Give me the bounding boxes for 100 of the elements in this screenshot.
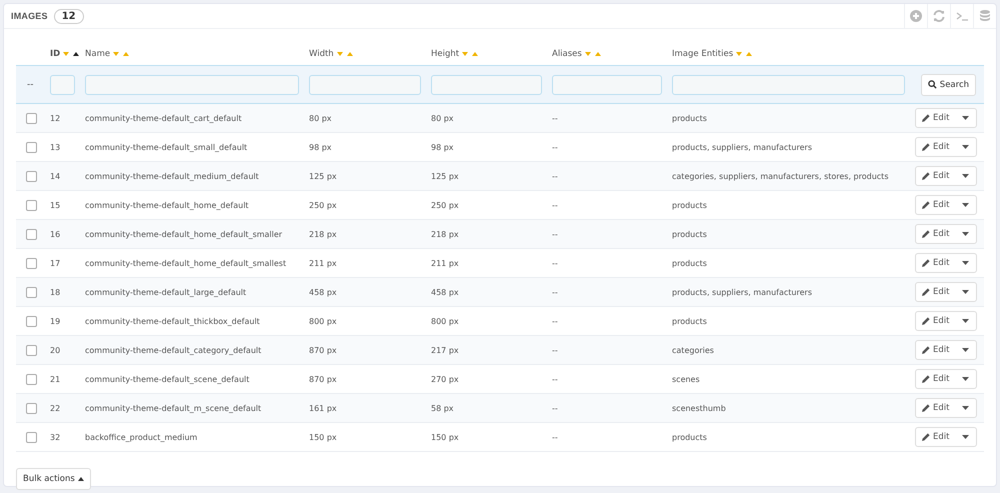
- row-checkbox[interactable]: [26, 316, 37, 326]
- table-cell: products: [672, 432, 707, 442]
- table-cell: --: [552, 346, 558, 354]
- caret-icon[interactable]: [962, 203, 970, 207]
- column-header: Name: [85, 49, 110, 59]
- row-checkbox[interactable]: [26, 258, 37, 268]
- table-cell: --: [552, 404, 558, 412]
- column-header: Aliases: [552, 49, 582, 59]
- table-cell: 20: [50, 346, 60, 354]
- caret-icon[interactable]: [962, 435, 970, 439]
- table-cell: community-theme-default_thickbox_default: [85, 316, 260, 326]
- table-cell: 800 px: [309, 316, 337, 326]
- edit-button[interactable]: Edit: [915, 282, 978, 302]
- row-checkbox[interactable]: [26, 228, 37, 240]
- table-cell: 17: [50, 258, 60, 268]
- caret-icon[interactable]: [962, 406, 970, 410]
- table-cell: 150 px: [309, 432, 337, 442]
- column-header: Width: [309, 49, 334, 59]
- table-cell: community-theme-default_cart_default: [85, 114, 242, 122]
- caret-icon[interactable]: [962, 348, 970, 352]
- table-cell: products: [672, 230, 707, 238]
- table-cell: scenes: [672, 374, 700, 384]
- table-cell: products, suppliers, manufacturers: [672, 142, 812, 152]
- table-cell: 150 px: [431, 432, 459, 442]
- filter-field[interactable]: [552, 74, 662, 94]
- table-cell: --: [552, 432, 558, 442]
- table-cell: 80 px: [431, 114, 454, 122]
- pencil-icon: [922, 172, 930, 180]
- row-checkbox[interactable]: [26, 344, 37, 356]
- column-header: Height: [431, 49, 460, 59]
- caret-icon[interactable]: [962, 319, 970, 323]
- table-cell: 14: [50, 172, 60, 180]
- filter-field[interactable]: [309, 74, 421, 94]
- database-icon[interactable]: [978, 9, 992, 23]
- row-checkbox[interactable]: [26, 170, 37, 182]
- filter-field[interactable]: [50, 74, 75, 94]
- row-checkbox[interactable]: [26, 142, 37, 152]
- table-cell: products: [672, 258, 707, 268]
- table-cell: 125 px: [309, 172, 337, 180]
- edit-button[interactable]: Edit: [915, 398, 978, 418]
- table-cell: backoffice_product_medium: [85, 432, 198, 442]
- edit-button[interactable]: Edit: [915, 340, 978, 360]
- caret-icon[interactable]: [962, 145, 970, 149]
- edit-button[interactable]: Edit: [915, 369, 978, 389]
- filter-field[interactable]: [85, 74, 299, 94]
- edit-button[interactable]: Edit: [915, 427, 978, 447]
- edit-button[interactable]: Edit: [915, 108, 978, 128]
- row-checkbox[interactable]: [26, 374, 37, 384]
- edit-button[interactable]: Edit: [915, 253, 978, 273]
- table-cell: 270 px: [431, 374, 459, 384]
- table-cell: community-theme-default_home_default_smaller: [85, 230, 282, 238]
- edit-button[interactable]: Edit: [915, 137, 978, 157]
- search-button[interactable]: Search: [920, 74, 976, 96]
- filter-field[interactable]: [672, 74, 905, 94]
- filter-field[interactable]: [431, 74, 542, 94]
- column-header: Image Entities: [672, 49, 734, 59]
- edit-button[interactable]: Edit: [915, 224, 978, 244]
- table-cell: community-theme-default_m_scene_default: [85, 404, 262, 412]
- edit-button[interactable]: Edit: [915, 166, 978, 186]
- reset-marker: --: [27, 80, 34, 90]
- table-cell: community-theme-default_home_default: [85, 200, 249, 210]
- caret-icon[interactable]: [962, 174, 970, 178]
- table-cell: products, suppliers, manufacturers: [672, 288, 812, 296]
- table-cell: community-theme-default_scene_default: [85, 374, 250, 384]
- caret-icon[interactable]: [962, 377, 970, 381]
- pencil-icon: [922, 259, 930, 267]
- row-checkbox[interactable]: [26, 286, 37, 298]
- row-checkbox[interactable]: [26, 432, 37, 442]
- refresh-icon[interactable]: [932, 9, 946, 23]
- table-cell: 58 px: [431, 404, 454, 412]
- table-cell: products: [672, 114, 707, 122]
- table-cell: 19: [50, 316, 60, 326]
- caret-icon[interactable]: [962, 261, 970, 265]
- pencil-icon: [922, 230, 930, 238]
- edit-button[interactable]: Edit: [915, 311, 978, 331]
- bulk-actions-button[interactable]: Bulk actions: [16, 468, 91, 490]
- search-icon: [928, 80, 937, 89]
- caret-icon[interactable]: [962, 290, 970, 294]
- table-cell: 458 px: [309, 288, 337, 296]
- table-cell: 22: [50, 404, 60, 412]
- row-checkbox[interactable]: [26, 112, 37, 124]
- caret-icon[interactable]: [962, 232, 970, 236]
- table-cell: 125 px: [431, 172, 459, 180]
- table-cell: --: [552, 230, 558, 238]
- edit-button[interactable]: Edit: [915, 195, 978, 215]
- table-cell: scenesthumb: [672, 404, 726, 412]
- pencil-icon: [922, 404, 930, 412]
- row-checkbox[interactable]: [26, 200, 37, 210]
- caret-icon[interactable]: [962, 116, 970, 120]
- table-cell: 800 px: [431, 316, 459, 326]
- table-cell: 21: [50, 374, 60, 384]
- sort-icon[interactable]: [63, 51, 80, 57]
- table-cell: --: [552, 200, 558, 210]
- table-cell: --: [552, 258, 558, 268]
- table-cell: community-theme-default_large_default: [85, 288, 246, 296]
- pencil-icon: [922, 201, 930, 209]
- add-icon[interactable]: [909, 9, 923, 23]
- pencil-icon: [922, 346, 930, 354]
- row-checkbox[interactable]: [26, 402, 37, 414]
- table-cell: 80 px: [309, 114, 332, 122]
